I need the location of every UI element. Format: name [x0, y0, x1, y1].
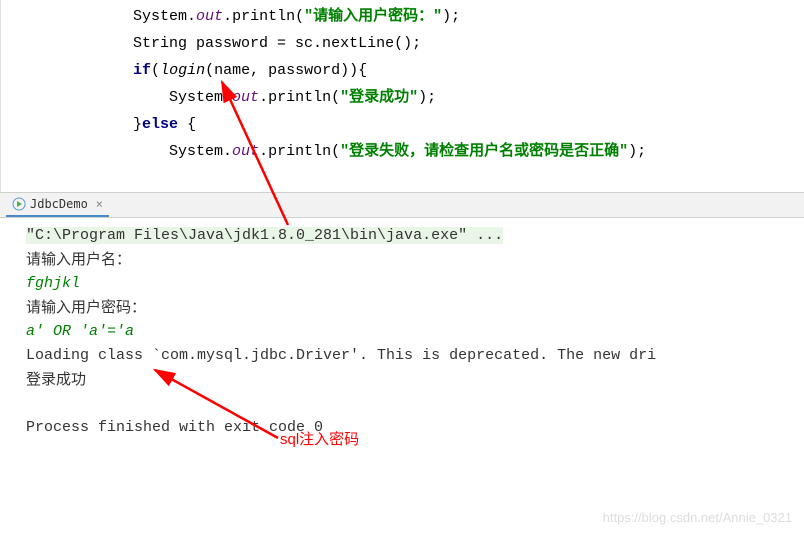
java-run-icon [12, 197, 26, 211]
run-tab-label: JdbcDemo [30, 197, 88, 211]
watermark: https://blog.csdn.net/Annie_0321 [603, 510, 792, 525]
console-blank [26, 392, 800, 416]
console-line-warning: Loading class `com.mysql.jdbc.Driver'. T… [26, 344, 800, 368]
console-output[interactable]: "C:\Program Files\Java\jdk1.8.0_281\bin\… [0, 218, 804, 444]
console-line-exit: Process finished with exit code 0 [26, 416, 800, 440]
console-line-input2: a' OR 'a'='a [26, 320, 800, 344]
code-editor: System.out.println("请输入用户密码："); String p… [0, 0, 804, 192]
console-line-success: 登录成功 [26, 368, 800, 392]
run-tab-jdbcdemo[interactable]: JdbcDemo × [6, 193, 109, 217]
console-line-path: "C:\Program Files\Java\jdk1.8.0_281\bin\… [26, 224, 800, 248]
console-line-prompt1: 请输入用户名： [26, 248, 800, 272]
console-line-input1: fghjkl [26, 272, 800, 296]
line-number-gutter [1, 0, 19, 192]
run-tab-bar: JdbcDemo × [0, 192, 804, 218]
console-line-prompt2: 请输入用户密码： [26, 296, 800, 320]
code-area[interactable]: System.out.println("请输入用户密码："); String p… [19, 0, 804, 192]
close-icon[interactable]: × [96, 197, 103, 211]
